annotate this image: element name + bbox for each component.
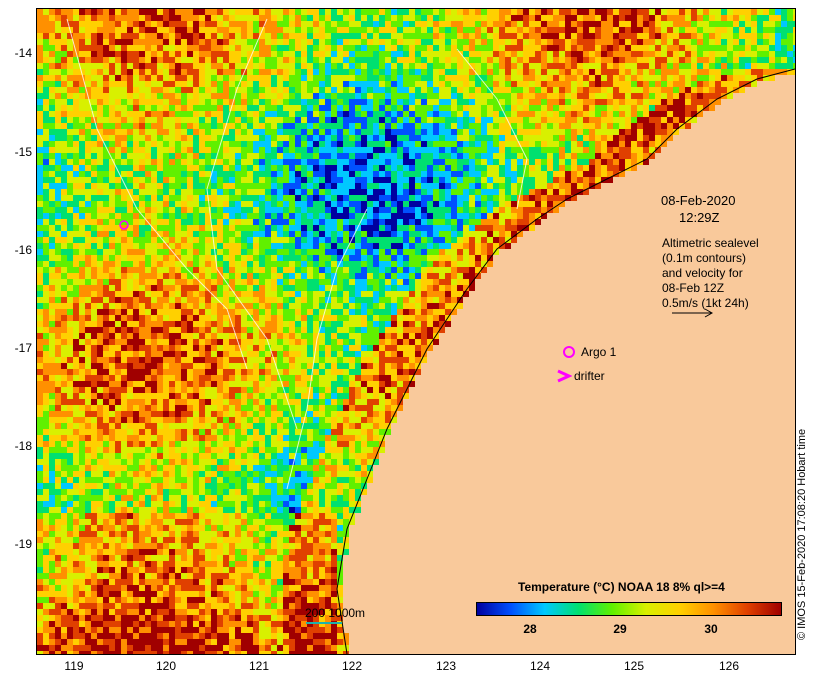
lat-tick-label: -19 — [14, 537, 32, 551]
drifter-label: drifter — [574, 369, 605, 383]
colorbar-tick-label: 28 — [523, 622, 537, 636]
colorbar-title: Temperature (°C) NOAA 18 8% ql>=4 — [518, 580, 725, 594]
drifter-icon — [557, 369, 572, 383]
credit-text: © IMOS 15-Feb-2020 17:08:20 Hobart time — [796, 428, 808, 640]
lon-tick-label: 121 — [248, 659, 270, 673]
temperature-colorbar — [476, 602, 782, 616]
lon-tick-label: 122 — [341, 659, 363, 673]
argo-float-icon — [563, 346, 575, 358]
lat-tick-label: -14 — [14, 46, 32, 60]
lat-tick-label: -18 — [14, 439, 32, 453]
lon-tick-label: 120 — [155, 659, 177, 673]
lon-tick-label: 125 — [623, 659, 645, 673]
map-time: 12:29Z — [679, 210, 720, 225]
description-line: (0.1m contours) — [662, 251, 747, 265]
sst-field — [37, 9, 795, 654]
velocity-arrow-icon — [672, 308, 714, 318]
scale-bar — [306, 622, 342, 624]
description-line: Altimetric sealevel — [662, 236, 759, 250]
sst-map — [36, 8, 796, 655]
lat-tick-label: -17 — [14, 341, 32, 355]
scale-bar-label: 200 1000m — [305, 606, 366, 620]
lat-tick-label: -16 — [14, 243, 32, 257]
description-line: and velocity for — [662, 266, 743, 280]
lat-tick-label: -15 — [14, 145, 32, 159]
colorbar-tick-label: 29 — [613, 622, 627, 636]
lon-tick-label: 123 — [435, 659, 457, 673]
map-date: 08-Feb-2020 — [661, 193, 736, 208]
argo-label: Argo 1 — [581, 345, 617, 359]
lon-tick-label: 119 — [64, 659, 84, 673]
sst-pixels — [37, 9, 795, 654]
lon-tick-label: 126 — [718, 659, 740, 673]
colorbar-tick-label: 30 — [704, 622, 718, 636]
lon-tick-label: 124 — [529, 659, 551, 673]
description-line: 08-Feb 12Z — [662, 281, 725, 295]
